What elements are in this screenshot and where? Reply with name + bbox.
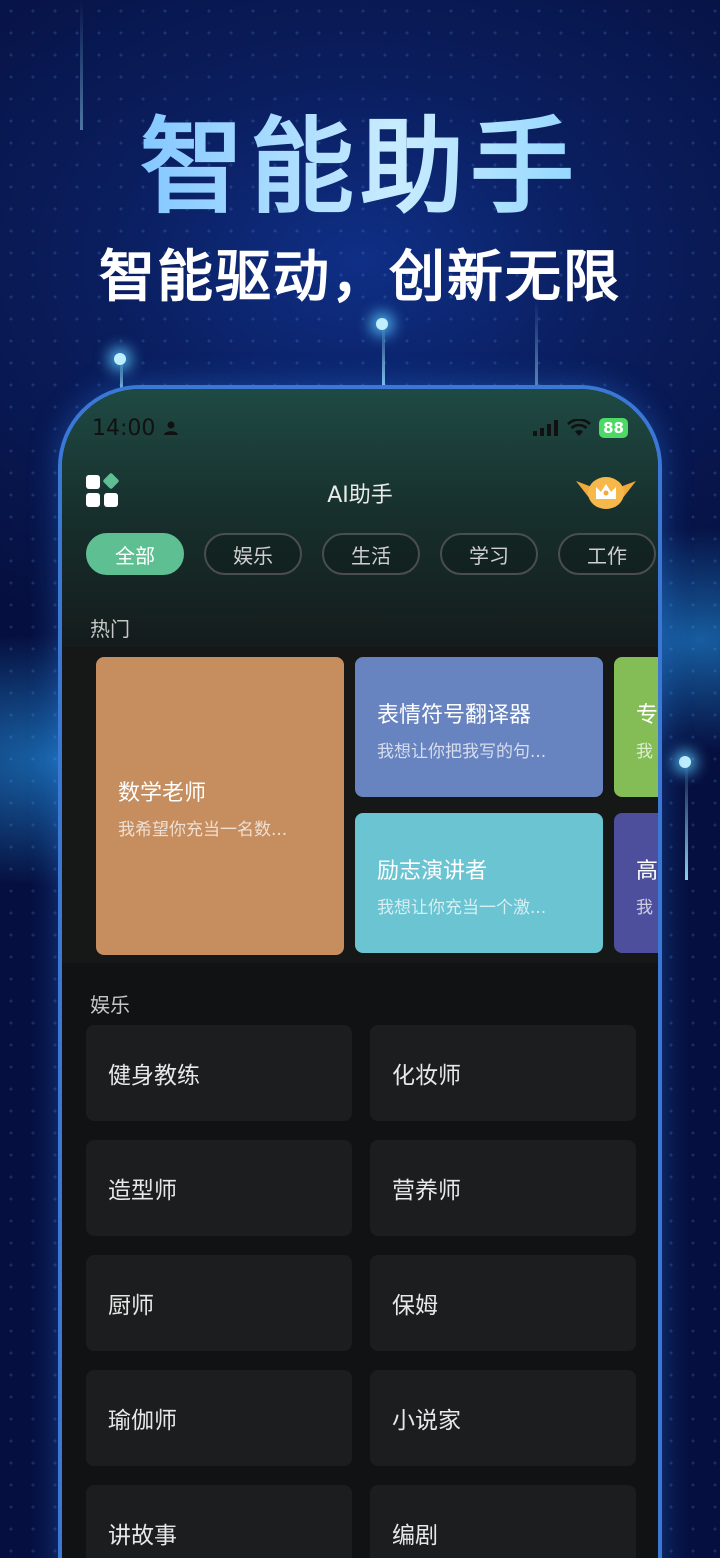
hero-title: 智能助手 — [0, 82, 720, 233]
person-icon — [164, 421, 179, 435]
light-beam-dot — [376, 318, 388, 330]
signal-icon — [533, 420, 559, 436]
list-item[interactable]: 营养师 — [370, 1140, 636, 1236]
hot-section-title: 热门 — [90, 617, 130, 641]
entertainment-section-title: 娱乐 — [90, 993, 130, 1017]
list-item[interactable]: 健身教练 — [86, 1025, 352, 1121]
hot-card-desc: 我希望你充当一名数... — [118, 820, 288, 840]
wifi-icon — [567, 419, 592, 436]
list-item[interactable]: 保姆 — [370, 1255, 636, 1351]
battery-indicator: 88 — [599, 418, 628, 438]
hot-card-title: 数学老师 — [118, 781, 207, 806]
hot-card[interactable]: 数学老师 我希望你充当一名数... — [96, 657, 344, 955]
light-beam-dot — [114, 353, 126, 365]
hot-card-desc: 我想让你充当一个激... — [377, 898, 547, 918]
tab-life[interactable]: 生活 — [322, 533, 420, 575]
light-beam — [685, 760, 688, 880]
hot-card-title: 励志演讲者 — [377, 859, 488, 884]
list-item[interactable]: 化妆师 — [370, 1025, 636, 1121]
hot-card-title: 专 — [636, 703, 659, 728]
list-item[interactable]: 小说家 — [370, 1370, 636, 1466]
hot-card[interactable]: 专 我 — [614, 657, 659, 797]
tab-all[interactable]: 全部 — [86, 533, 184, 575]
tab-entertainment[interactable]: 娱乐 — [204, 533, 302, 575]
hot-card-title: 表情符号翻译器 — [377, 703, 532, 728]
light-beam-dot — [679, 756, 691, 768]
list-item[interactable]: 造型师 — [86, 1140, 352, 1236]
hot-carousel[interactable]: 数学老师 我希望你充当一名数... 表情符号翻译器 我想让你把我写的句... 励… — [62, 647, 658, 963]
vip-crown-icon[interactable] — [574, 469, 638, 511]
status-time: 14:00 — [92, 415, 156, 441]
nav-bar: AI助手 — [62, 469, 658, 513]
list-item[interactable]: 瑜伽师 — [86, 1370, 352, 1466]
hot-card[interactable]: 表情符号翻译器 我想让你把我写的句... — [355, 657, 603, 797]
category-tabs: 全部 娱乐 生活 学习 工作 — [86, 533, 656, 575]
hot-card-desc: 我想让你把我写的句... — [377, 742, 547, 762]
hero-subtitle: 智能驱动，创新无限 — [99, 245, 621, 310]
light-beam — [535, 300, 538, 390]
hot-card-title: 高 — [636, 859, 659, 884]
list-item[interactable]: 编剧 — [370, 1485, 636, 1558]
tab-study[interactable]: 学习 — [440, 533, 538, 575]
hot-card-desc: 我 — [636, 742, 653, 762]
hot-card-desc: 我 — [636, 898, 653, 918]
hot-card[interactable]: 高 我 — [614, 813, 659, 953]
status-bar: 14:00 88 — [92, 415, 628, 441]
phone-frame: 14:00 88 AI助手 全部 娱乐 生活 学习 工作 热门 数学老师 我希望… — [58, 385, 662, 1558]
list-item[interactable]: 讲故事 — [86, 1485, 352, 1558]
page-title: AI助手 — [327, 483, 393, 508]
list-item[interactable]: 厨师 — [86, 1255, 352, 1351]
tab-work[interactable]: 工作 — [558, 533, 656, 575]
hot-card[interactable]: 励志演讲者 我想让你充当一个激... — [355, 813, 603, 953]
light-beam — [382, 320, 385, 390]
